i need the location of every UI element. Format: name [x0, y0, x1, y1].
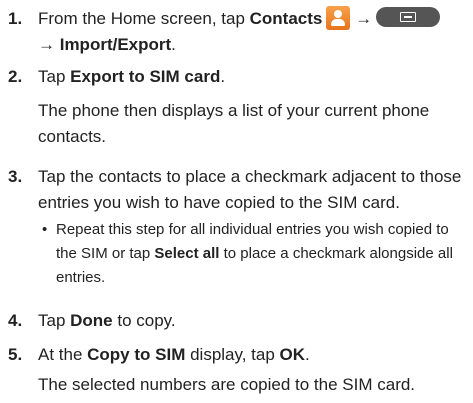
contacts-label: Contacts [249, 9, 323, 28]
step-note: The phone then displays a list of your c… [38, 101, 430, 146]
step-body: Tap Done to copy. [38, 311, 176, 330]
select-all-label: Select all [154, 245, 220, 262]
step-number: 4. [8, 311, 23, 330]
copy-to-sim-label: Copy to SIM [87, 345, 186, 364]
step-body: Tap Export to SIM card. The phone then d… [38, 64, 469, 150]
step-number: 1. [8, 9, 23, 28]
step-text: Tap the contacts to place a checkmark ad… [38, 167, 462, 212]
ok-label: OK [279, 345, 306, 364]
step-number: 2. [8, 67, 23, 86]
step-line: From the Home screen, tap Contacts → [38, 6, 469, 32]
sub-bullet-item: • Repeat this step for all individual en… [38, 218, 469, 290]
step-line: Tap Export to SIM card. [38, 67, 226, 86]
step-line: At the Copy to SIM display, tap OK. [38, 345, 310, 364]
step-body: At the Copy to SIM display, tap OK. The … [38, 342, 469, 398]
step-body: From the Home screen, tap Contacts → → I… [38, 6, 469, 58]
menu-key-icon [376, 7, 441, 27]
bullet-marker: • [42, 221, 48, 238]
export-to-sim-label: Export to SIM card [70, 67, 221, 86]
done-label: Done [70, 311, 113, 330]
step-number: 3. [8, 167, 23, 186]
step-number: 5. [8, 345, 23, 364]
contacts-app-icon [326, 6, 351, 30]
step-line: → Import/Export. [38, 35, 176, 54]
instruction-page: 1. From the Home screen, tap Contacts → … [0, 0, 473, 403]
step-note: The selected numbers are copied to the S… [38, 375, 416, 394]
step-body: Tap the contacts to place a checkmark ad… [38, 164, 469, 290]
